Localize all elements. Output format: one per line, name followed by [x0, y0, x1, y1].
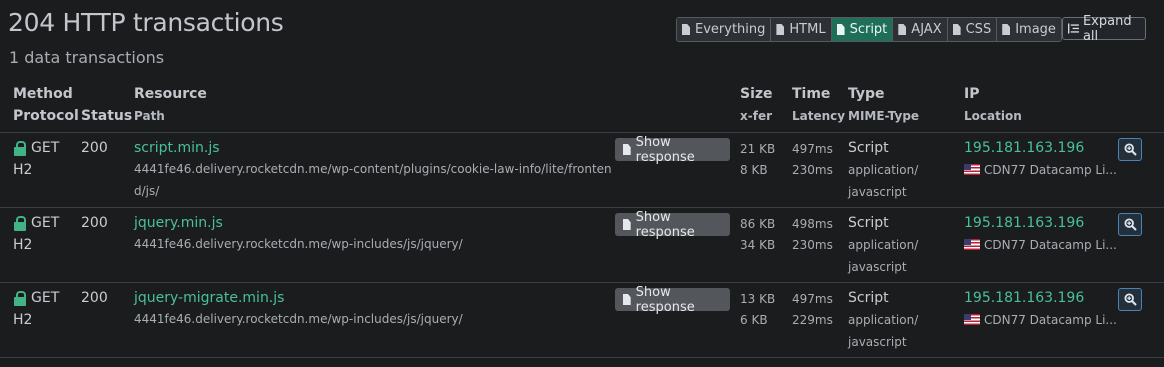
latency: 230ms — [792, 163, 833, 177]
filter-everything-button[interactable]: Everything — [677, 18, 772, 41]
lock-icon — [13, 141, 27, 156]
time: 498ms — [792, 217, 833, 231]
table-row: GET H2 200 script.min.js 4441fe46.delive… — [0, 132, 1164, 207]
mime-type-line2: javascript — [848, 185, 907, 199]
transaction-count-subtitle: 1 data transactions — [9, 48, 165, 67]
mime-type-line1: application/ — [848, 163, 919, 177]
status-code: 200 — [81, 290, 108, 306]
lock-icon — [13, 216, 27, 231]
document-icon — [776, 24, 785, 35]
location: CDN77 Datacamp Li... — [964, 238, 1117, 252]
show-response-button[interactable]: Show response — [615, 210, 730, 240]
protocol: H2 — [13, 312, 33, 328]
method: GET — [31, 140, 60, 156]
column-header-location: Location — [964, 109, 1022, 123]
table-row: GET H2 200 jquery-migrate.min.js 4441fe4… — [0, 282, 1164, 357]
filter-button-group: Everything HTML Script AJAX CSS Image — [676, 17, 1062, 42]
resource-link[interactable]: jquery.min.js — [134, 215, 223, 231]
document-icon — [682, 24, 690, 35]
resource-link[interactable]: script.min.js — [134, 140, 220, 156]
filter-image-button[interactable]: Image — [997, 18, 1061, 41]
time: 497ms — [792, 292, 833, 306]
latency: 230ms — [792, 238, 833, 252]
size: 86 KB — [740, 217, 776, 231]
transfer-size: 34 KB — [740, 238, 776, 252]
us-flag-icon — [964, 164, 980, 175]
page-title: 204 HTTP transactions — [8, 8, 284, 37]
ip-address[interactable]: 195.181.163.196 — [964, 290, 1084, 306]
inspect-button[interactable] — [1118, 213, 1142, 236]
lock-icon — [13, 291, 27, 306]
transfer-size: 8 KB — [740, 163, 768, 177]
location: CDN77 Datacamp Li... — [964, 313, 1117, 327]
ip-address[interactable]: 195.181.163.196 — [964, 140, 1084, 156]
expand-list-icon — [1068, 23, 1079, 34]
filter-css-button[interactable]: CSS — [947, 18, 998, 41]
column-header-resource: Resource — [134, 86, 207, 102]
column-header-protocol: Protocol — [13, 108, 79, 124]
type: Script — [848, 140, 889, 156]
magnify-plus-icon — [1123, 293, 1137, 306]
document-icon — [836, 24, 845, 35]
resource-link[interactable]: jquery-migrate.min.js — [134, 290, 284, 306]
document-icon — [898, 24, 907, 35]
document-icon — [1002, 24, 1011, 35]
filter-ajax-button[interactable]: AJAX — [893, 18, 948, 41]
method: GET — [31, 290, 60, 306]
document-icon — [623, 294, 631, 305]
protocol: H2 — [13, 162, 33, 178]
resource-path: 4441fe46.delivery.rocketcdn.me/wp-includ… — [134, 312, 463, 326]
type: Script — [848, 290, 889, 306]
location: CDN77 Datacamp Li... — [964, 163, 1117, 177]
size: 13 KB — [740, 292, 776, 306]
column-header-mime-type: MIME-Type — [848, 109, 920, 123]
mime-type-line1: application/ — [848, 313, 919, 327]
method: GET — [31, 215, 60, 231]
filter-html-button[interactable]: HTML — [771, 18, 832, 41]
document-icon — [623, 144, 631, 155]
mime-type-line2: javascript — [848, 335, 907, 349]
column-header-time: Time — [792, 86, 831, 102]
inspect-button[interactable] — [1118, 138, 1142, 161]
table-row: GET H2 200 jquery.min.js 4441fe46.delive… — [0, 207, 1164, 282]
inspect-button[interactable] — [1118, 288, 1142, 311]
status-code: 200 — [81, 140, 108, 156]
latency: 229ms — [792, 313, 833, 327]
resource-path: 4441fe46.delivery.rocketcdn.me/wp-conten… — [134, 162, 612, 198]
us-flag-icon — [964, 314, 980, 325]
magnify-plus-icon — [1123, 218, 1137, 231]
status-code: 200 — [81, 215, 108, 231]
us-flag-icon — [964, 239, 980, 250]
time: 497ms — [792, 142, 833, 156]
column-header-type: Type — [848, 86, 885, 102]
column-header-ip: IP — [964, 86, 980, 102]
show-response-button[interactable]: Show response — [615, 285, 730, 315]
size: 21 KB — [740, 142, 776, 156]
document-icon — [623, 219, 631, 230]
column-header-latency: Latency — [792, 109, 846, 123]
filter-script-button[interactable]: Script — [831, 18, 894, 41]
column-header-size: Size — [740, 86, 773, 102]
mime-type-line2: javascript — [848, 260, 907, 274]
resource-path: 4441fe46.delivery.rocketcdn.me/wp-includ… — [134, 237, 463, 251]
ip-address[interactable]: 195.181.163.196 — [964, 215, 1084, 231]
mime-type-line1: application/ — [848, 238, 919, 252]
type: Script — [848, 215, 889, 231]
column-header-path: Path — [134, 109, 165, 123]
protocol: H2 — [13, 237, 33, 253]
document-icon — [952, 24, 961, 35]
expand-all-button[interactable]: Expand all — [1062, 14, 1146, 44]
row-divider — [0, 357, 1164, 358]
magnify-plus-icon — [1123, 143, 1137, 156]
column-header-status: Status — [81, 108, 133, 124]
column-header-xfer: x-fer — [740, 109, 772, 123]
column-header-method: Method — [13, 86, 73, 102]
show-response-button[interactable]: Show response — [615, 135, 730, 165]
transfer-size: 6 KB — [740, 313, 768, 327]
